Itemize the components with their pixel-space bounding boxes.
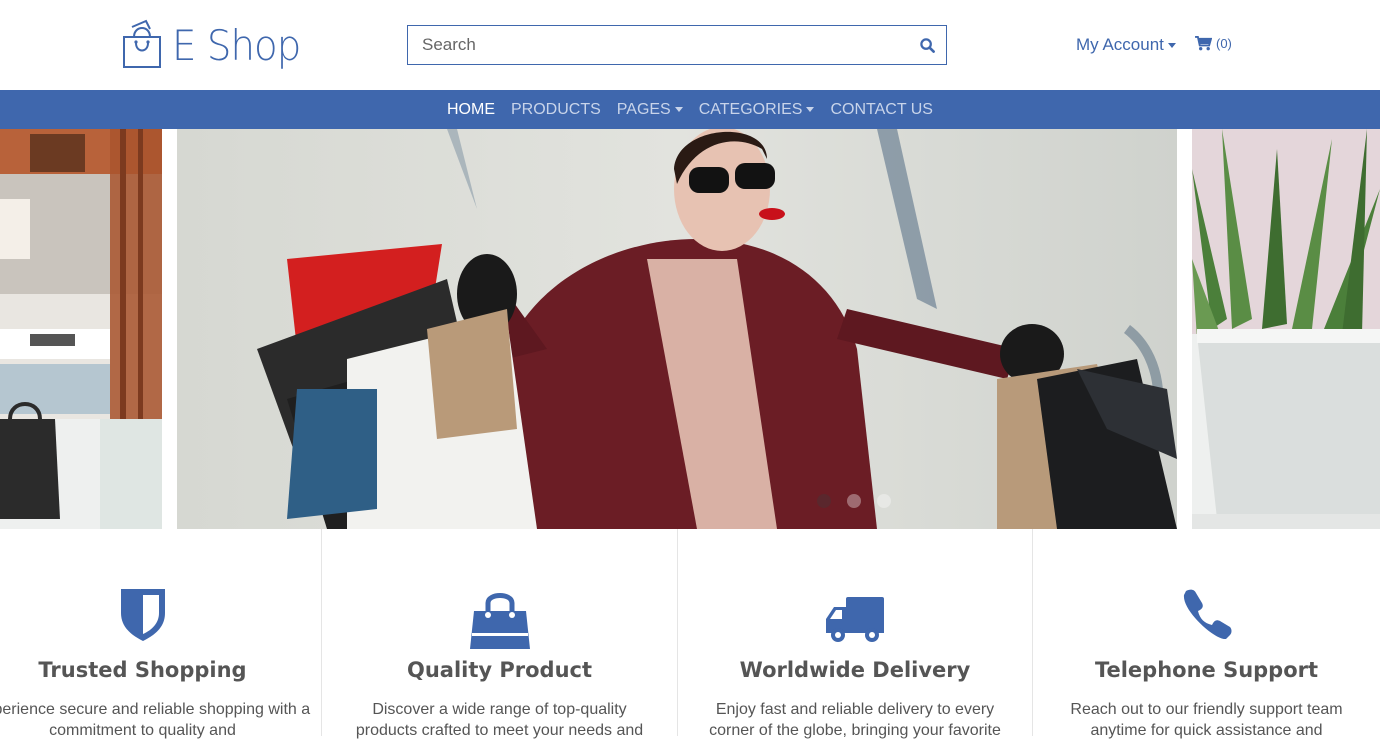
header: E Shop My Account (0): [0, 0, 1380, 90]
nav-item-pages[interactable]: PAGES: [617, 101, 683, 119]
chevron-down-icon: [1167, 42, 1176, 48]
nav-item-label: CONTACT US: [830, 100, 933, 118]
search-box: [407, 25, 947, 65]
nav-item-contact-us[interactable]: CONTACT US: [830, 101, 933, 119]
cart-icon: [1195, 36, 1212, 51]
chevron-down-icon: [806, 107, 815, 112]
plant-pot-image: [1192, 129, 1380, 529]
feature-text: Enjoy fast and reliable delivery to ever…: [709, 701, 1001, 739]
carousel-dot-1[interactable]: [817, 494, 831, 508]
carousel-dot-3[interactable]: [877, 494, 891, 508]
brand-name: E Shop: [172, 20, 301, 70]
carousel-indicators: [817, 494, 891, 508]
feature-quality-product: Quality Product Discover a wide range of…: [321, 529, 677, 739]
carousel-slide-active[interactable]: [177, 129, 1177, 529]
nav-item-home[interactable]: HOME: [447, 101, 495, 119]
carousel-dot-2[interactable]: [847, 494, 861, 508]
shopping-bag-logo-icon: [123, 19, 161, 68]
feature-text: Reach out to our friendly support team a…: [1070, 701, 1343, 739]
nav-item-products[interactable]: PRODUCTS: [511, 101, 601, 119]
feature-text: Experience secure and reliable shopping …: [0, 701, 311, 739]
phone-icon: [1182, 589, 1232, 644]
carousel-slide-next[interactable]: [1192, 129, 1380, 529]
cart-link[interactable]: (0): [1195, 36, 1232, 51]
search-input[interactable]: [408, 26, 908, 64]
feature-telephone-support: Telephone Support Reach out to our frien…: [1032, 529, 1380, 739]
shopping-bag-icon: [469, 589, 530, 654]
nav-item-label: HOME: [447, 100, 495, 118]
carousel-slide-prev[interactable]: [0, 129, 162, 529]
feature-title: Quality Product: [406, 658, 593, 682]
chevron-down-icon: [674, 107, 683, 112]
shield-icon: [120, 589, 165, 646]
hero-carousel: [0, 129, 1380, 529]
search-icon[interactable]: [908, 37, 946, 53]
feature-trusted-shopping: Trusted Shopping Experience secure and r…: [0, 529, 321, 739]
my-account-dropdown[interactable]: My Account: [1076, 35, 1176, 55]
truck-icon: [826, 597, 884, 648]
store-interior-image: [0, 129, 162, 529]
nav-item-label: PAGES: [616, 100, 671, 118]
woman-shopping-image: [177, 129, 1177, 529]
feature-text: Discover a wide range of top-quality pro…: [355, 701, 644, 739]
feature-title: Trusted Shopping: [38, 658, 247, 682]
nav-item-categories[interactable]: CATEGORIES: [699, 101, 815, 119]
feature-title: Worldwide Delivery: [739, 658, 971, 682]
feature-worldwide-delivery: Worldwide Delivery Enjoy fast and reliab…: [677, 529, 1032, 739]
features-section: Trusted Shopping Experience secure and r…: [0, 529, 1380, 739]
logo[interactable]: E Shop: [120, 14, 312, 76]
cart-count: (0): [1216, 36, 1232, 51]
main-nav: HOME PRODUCTS PAGES CATEGORIES CONTACT U…: [0, 90, 1380, 129]
feature-title: Telephone Support: [1094, 658, 1319, 682]
nav-item-label: PRODUCTS: [511, 100, 601, 118]
my-account-label: My Account: [1076, 35, 1164, 54]
nav-item-label: CATEGORIES: [698, 100, 803, 118]
